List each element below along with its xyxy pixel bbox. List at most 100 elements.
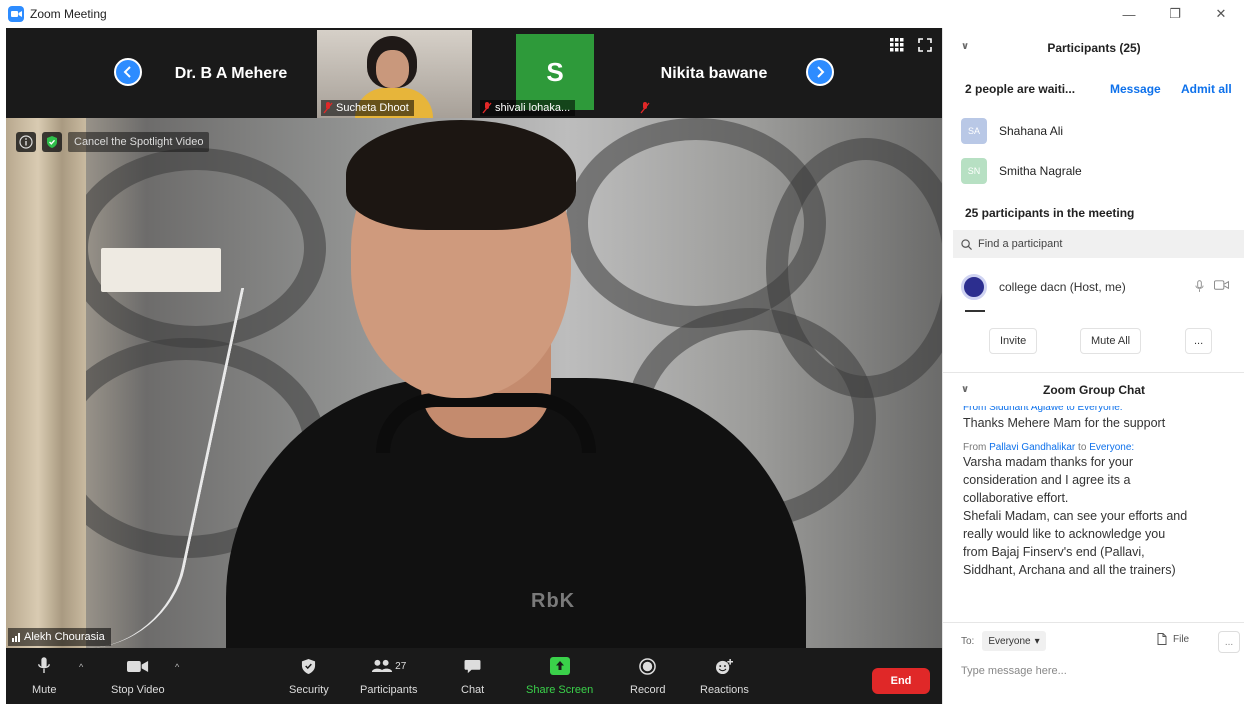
more-options-button[interactable]: ...	[1185, 328, 1213, 354]
collapse-chevron-icon[interactable]: ∨	[961, 41, 969, 52]
participants-header: ∨ Participants (25)	[943, 28, 1244, 68]
video-area: Dr. B A Mehere Sucheta Dhoot S shivali l…	[6, 28, 942, 648]
waiting-participant-row[interactable]: SA Shahana Ali	[961, 117, 1241, 145]
file-button[interactable]: File	[1157, 633, 1189, 645]
search-icon	[961, 238, 972, 250]
side-panel: ∨ Participants (25) 2 people are waiti..…	[942, 28, 1244, 704]
chat-message: Varsha madam thanks for your	[963, 455, 1133, 469]
share-screen-icon	[549, 654, 570, 678]
chat-message-input[interactable]	[961, 661, 1231, 681]
shield-icon	[301, 654, 316, 678]
muted-mic-icon	[482, 102, 492, 114]
participant-search[interactable]: Find a participant	[953, 230, 1244, 258]
tile-nikita[interactable]: Nikita bawane	[634, 30, 794, 118]
record-icon	[639, 654, 657, 678]
chat-bubble-icon	[464, 654, 481, 678]
security-button[interactable]: Security	[289, 654, 329, 696]
chat-message-header-clipped: From Siddhant Aglawe to Everyone:	[963, 406, 1123, 413]
chat-messages: From Siddhant Aglawe to Everyone: Thanks…	[963, 406, 1233, 606]
tile-sucheta[interactable]: Sucheta Dhoot	[317, 30, 472, 118]
chevron-left-icon	[123, 66, 131, 78]
smiley-plus-icon	[715, 654, 734, 678]
chevron-down-icon: ▾	[1034, 635, 1040, 647]
participants-title: Participants (25)	[1047, 41, 1141, 55]
muted-mic-icon	[323, 102, 333, 114]
close-button[interactable]: ✕	[1198, 0, 1244, 28]
chat-message: Shefali Madam, can see your efforts and	[963, 509, 1188, 523]
maximize-button[interactable]: ❐	[1152, 0, 1198, 28]
video-options-caret-icon[interactable]: ^	[175, 662, 179, 672]
prev-page-button[interactable]	[114, 58, 142, 86]
in-meeting-heading: 25 participants in the meeting	[965, 206, 1135, 220]
collar	[376, 393, 596, 453]
participants-count: 27	[395, 660, 407, 672]
chat-message: Thanks Mehere Mam for the support	[963, 416, 1166, 430]
speaker-name-label: Alekh Chourasia	[8, 628, 111, 646]
chat-message: really would like to acknowledge you	[963, 527, 1166, 541]
people-icon: 27	[371, 654, 406, 678]
participants-button[interactable]: 27 Participants	[360, 654, 417, 696]
zoom-window: Zoom Meeting — ❐ ✕ Dr. B A Mehere Suchet…	[0, 0, 1244, 704]
participant-row-host[interactable]: college dacn (Host, me)	[961, 272, 1241, 302]
reactions-button[interactable]: Reactions	[700, 654, 749, 696]
minimize-button[interactable]: —	[1106, 0, 1152, 28]
stop-video-button[interactable]: Stop Video	[111, 654, 165, 696]
end-meeting-button[interactable]: End	[872, 668, 930, 694]
record-button[interactable]: Record	[630, 654, 665, 696]
info-icon[interactable]	[16, 132, 36, 152]
chat-more-button[interactable]: ...	[1218, 631, 1240, 653]
microphone-icon[interactable]	[1195, 280, 1204, 293]
chat-message: consideration and I agree its a	[963, 473, 1131, 487]
video-camera-icon[interactable]	[1214, 280, 1229, 290]
chat-header: ∨ Zoom Group Chat	[943, 372, 1244, 406]
chat-title: Zoom Group Chat	[1043, 382, 1145, 397]
next-page-button[interactable]	[806, 58, 834, 86]
fullscreen-icon[interactable]	[918, 38, 932, 52]
avatar: SA	[961, 118, 987, 144]
speaker-video: RbK Alekh Chourasia	[6, 118, 942, 648]
mute-button[interactable]: Mute	[32, 654, 56, 696]
recipient-dropdown[interactable]: Everyone ▾	[982, 631, 1046, 651]
avatar	[961, 274, 987, 300]
encryption-shield-icon[interactable]	[42, 132, 62, 152]
tile-name: Nikita bawane	[660, 65, 768, 82]
file-icon	[1157, 633, 1167, 645]
tile-name: Dr. B A Mehere	[174, 65, 288, 82]
waiting-participant-row[interactable]: SN Smitha Nagrale	[961, 157, 1241, 185]
chat-button[interactable]: Chat	[461, 654, 484, 696]
waiting-text: 2 people are waiti...	[965, 82, 1076, 96]
window-title: Zoom Meeting	[30, 7, 107, 21]
mute-all-button[interactable]: Mute All	[1080, 328, 1142, 354]
gallery-view-icon[interactable]	[890, 38, 904, 52]
zoom-logo-icon	[8, 6, 24, 22]
participant-name: college dacn (Host, me)	[999, 280, 1126, 294]
waiting-room-bar: 2 people are waiti... Message Admit all	[965, 82, 1244, 96]
microphone-icon	[37, 654, 51, 678]
speaker-person: RbK	[186, 120, 826, 648]
chat-recipient: To: Everyone ▾	[961, 631, 1046, 651]
hair	[346, 120, 576, 230]
participant-name: Shahana Ali	[999, 124, 1064, 138]
invite-button[interactable]: Invite	[989, 328, 1038, 354]
recipient-name: Everyone:	[1089, 442, 1135, 453]
list-scroll-indicator	[965, 310, 985, 312]
collapse-chevron-icon[interactable]: ∨	[961, 384, 969, 395]
participant-face	[376, 50, 409, 88]
chat-message-header: From Pallavi Gandhalikar to Everyone:	[963, 442, 1135, 453]
shirt-logo: RbK	[531, 590, 576, 612]
tile-label	[638, 100, 655, 116]
cancel-spotlight-button[interactable]: Cancel the Spotlight Video	[68, 132, 210, 152]
tile-label: shivali lohaka...	[480, 100, 576, 116]
video-camera-icon	[126, 654, 149, 678]
chat-message: collaborative effort.	[963, 491, 1069, 505]
chevron-right-icon	[817, 66, 825, 78]
tile-shivali[interactable]: S shivali lohaka...	[476, 30, 626, 118]
admit-all-link[interactable]: Admit all	[1181, 82, 1232, 96]
participant-name: Smitha Nagrale	[999, 164, 1082, 178]
search-placeholder: Find a participant	[978, 238, 1063, 250]
mute-options-caret-icon[interactable]: ^	[79, 662, 83, 672]
message-waiting-link[interactable]: Message	[1110, 82, 1161, 96]
share-screen-button[interactable]: Share Screen	[526, 654, 593, 696]
chat-compose: To: Everyone ▾ File ...	[943, 622, 1244, 704]
tile-mehere[interactable]: Dr. B A Mehere	[156, 30, 306, 118]
